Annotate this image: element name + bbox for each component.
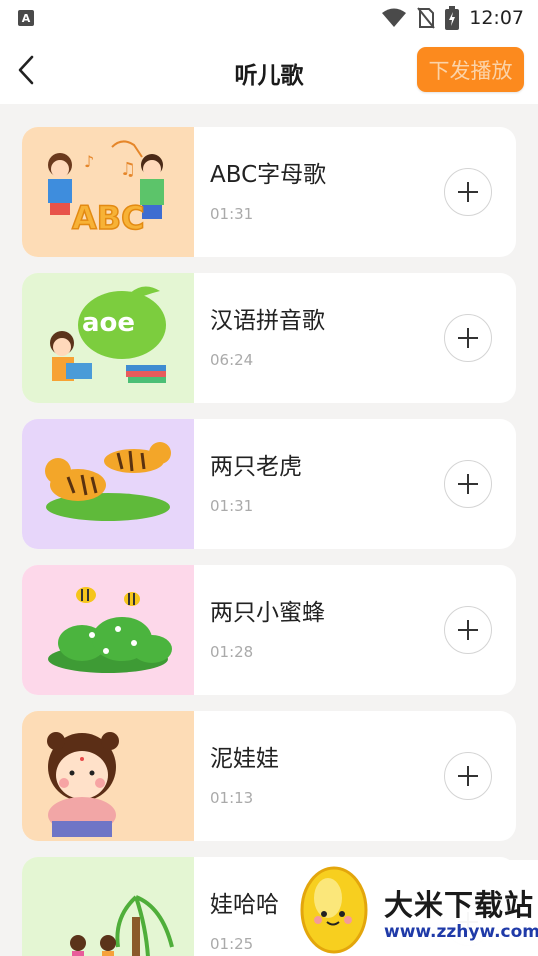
- plus-icon: [458, 766, 478, 786]
- clock-time: 12:07: [469, 7, 524, 29]
- send-play-button[interactable]: 下发播放: [417, 47, 524, 92]
- add-song-button[interactable]: [444, 606, 492, 654]
- song-duration: 01:25: [210, 935, 254, 953]
- accessibility-notification-icon: A: [18, 10, 34, 26]
- song-duration: 01:31: [210, 497, 254, 515]
- song-duration: 01:31: [210, 205, 254, 223]
- svg-text:♪: ♪: [84, 152, 94, 171]
- song-thumbnail: [22, 711, 194, 841]
- song-info: 汉语拼音歌 06:24: [194, 273, 516, 403]
- song-info: ABC字母歌 01:31: [194, 127, 516, 257]
- watermark-name: 大米下载站: [384, 888, 535, 922]
- song-duration: 06:24: [210, 351, 254, 369]
- song-info: 两只老虎 01:31: [194, 419, 516, 549]
- song-thumbnail: aoe: [22, 273, 194, 403]
- wifi-icon: [382, 8, 407, 27]
- plus-icon: [458, 182, 478, 202]
- add-song-button[interactable]: [444, 168, 492, 216]
- song-card[interactable]: 泥娃娃 01:13: [22, 711, 516, 841]
- add-song-button[interactable]: [444, 314, 492, 362]
- svg-text:♫: ♫: [120, 159, 136, 180]
- song-title: 两只小蜜蜂: [210, 600, 325, 626]
- song-card[interactable]: 两只老虎 01:31: [22, 419, 516, 549]
- no-sim-icon: [417, 7, 436, 29]
- song-duration: 01:28: [210, 643, 254, 661]
- plus-icon: [458, 620, 478, 640]
- song-info: 泥娃娃 01:13: [194, 711, 516, 841]
- plus-icon: [458, 328, 478, 348]
- song-card[interactable]: ♪ ♫ ABC ABC字母歌 01:31: [22, 127, 516, 257]
- site-watermark: 大米下载站 www.zzhyw.com: [292, 860, 538, 956]
- song-thumbnail: [22, 565, 194, 695]
- song-title: ABC字母歌: [210, 162, 327, 188]
- svg-text:ABC: ABC: [72, 199, 145, 237]
- status-bar: A 12:07: [0, 0, 538, 36]
- song-thumbnail: [22, 857, 194, 956]
- plus-icon: [458, 474, 478, 494]
- add-song-button[interactable]: [444, 752, 492, 800]
- song-thumbnail: ♪ ♫ ABC: [22, 127, 194, 257]
- song-title: 汉语拼音歌: [210, 308, 325, 334]
- song-title: 泥娃娃: [210, 746, 279, 772]
- song-thumbnail: [22, 419, 194, 549]
- svg-text:aoe: aoe: [82, 308, 135, 338]
- battery-charging-icon: [445, 6, 460, 30]
- song-card[interactable]: 两只小蜜蜂 01:28: [22, 565, 516, 695]
- song-info: 两只小蜜蜂 01:28: [194, 565, 516, 695]
- song-duration: 01:13: [210, 789, 254, 807]
- header: 听儿歌 下发播放: [0, 36, 538, 104]
- song-title: 两只老虎: [210, 454, 302, 480]
- song-title: 娃哈哈: [210, 892, 279, 918]
- song-card[interactable]: aoe 汉语拼音歌 06:24: [22, 273, 516, 403]
- rice-mascot-logo: [300, 866, 368, 954]
- watermark-url: www.zzhyw.com: [384, 922, 538, 942]
- add-song-button[interactable]: [444, 460, 492, 508]
